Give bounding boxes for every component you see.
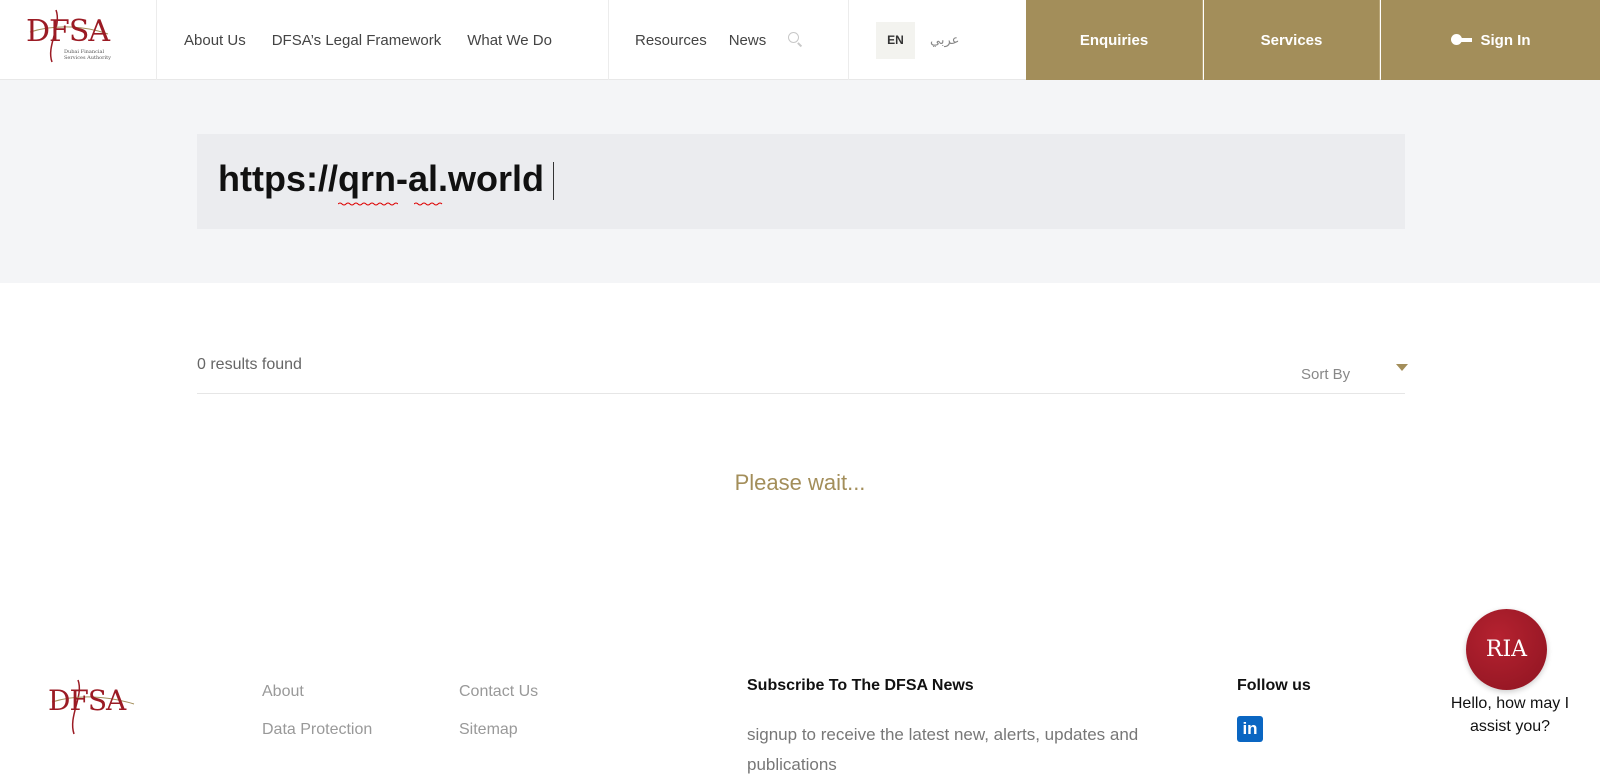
nav-news[interactable]: News	[729, 32, 767, 49]
follow-us-heading: Follow us	[1237, 677, 1311, 694]
secondary-nav: Resources News	[609, 0, 849, 80]
search-input-value: https://qrn-al.world	[218, 158, 544, 199]
logo-subtext: Dubai Financial Services Authority	[64, 49, 112, 61]
subscribe-text: signup to receive the latest new, alerts…	[747, 725, 1139, 774]
footer-logo[interactable]: DFSA	[48, 678, 138, 738]
nav-about-us[interactable]: About Us	[184, 32, 246, 49]
chat-assistant-button[interactable]: RIA	[1466, 609, 1547, 690]
sign-in-button[interactable]: Sign In	[1381, 0, 1600, 80]
services-button[interactable]: Services	[1204, 0, 1380, 80]
text-caret	[553, 162, 554, 200]
spellcheck-squiggle	[414, 202, 443, 206]
dfsa-logo[interactable]: DFSA Dubai Financial Services Authority	[26, 6, 112, 64]
logo-text: DFSA	[26, 14, 110, 49]
enquiries-button[interactable]: Enquiries	[1026, 0, 1203, 80]
results-divider	[197, 393, 1405, 394]
chat-greeting[interactable]: Hello, how may I assist you?	[1440, 692, 1580, 738]
subscribe-heading: Subscribe To The DFSA News	[747, 677, 974, 694]
sort-by-dropdown[interactable]: Sort By	[1301, 366, 1350, 383]
nav-legal-framework[interactable]: DFSA’s Legal Framework	[272, 32, 442, 49]
nav-what-we-do[interactable]: What We Do	[467, 32, 552, 49]
site-header: DFSA Dubai Financial Services Authority …	[0, 0, 1600, 80]
footer-link-data-protection[interactable]: Data Protection	[262, 721, 372, 739]
footer-logo-text: DFSA	[48, 684, 126, 717]
language-switcher: EN عربي	[849, 0, 1026, 80]
primary-nav: About Us DFSA’s Legal Framework What We …	[157, 0, 609, 80]
nav-resources[interactable]: Resources	[635, 32, 707, 49]
lang-en-button[interactable]: EN	[876, 21, 915, 59]
spellcheck-squiggle	[338, 202, 398, 206]
loading-status: Please wait...	[734, 470, 866, 495]
footer-link-about[interactable]: About	[262, 683, 304, 701]
footer-link-sitemap[interactable]: Sitemap	[459, 721, 518, 739]
sign-in-label: Sign In	[1480, 31, 1531, 49]
search-icon[interactable]	[788, 32, 804, 48]
search-band: https://qrn-al.world	[0, 80, 1600, 283]
chevron-down-icon[interactable]	[1396, 364, 1408, 371]
footer-link-contact-us[interactable]: Contact Us	[459, 683, 538, 701]
lang-ar-link[interactable]: عربي	[930, 32, 959, 48]
logo-cell: DFSA Dubai Financial Services Authority	[0, 0, 157, 80]
results-count: 0 results found	[197, 356, 302, 373]
linkedin-icon[interactable]: in	[1237, 716, 1263, 742]
key-icon	[1450, 34, 1473, 46]
search-input[interactable]: https://qrn-al.world	[197, 134, 1405, 229]
